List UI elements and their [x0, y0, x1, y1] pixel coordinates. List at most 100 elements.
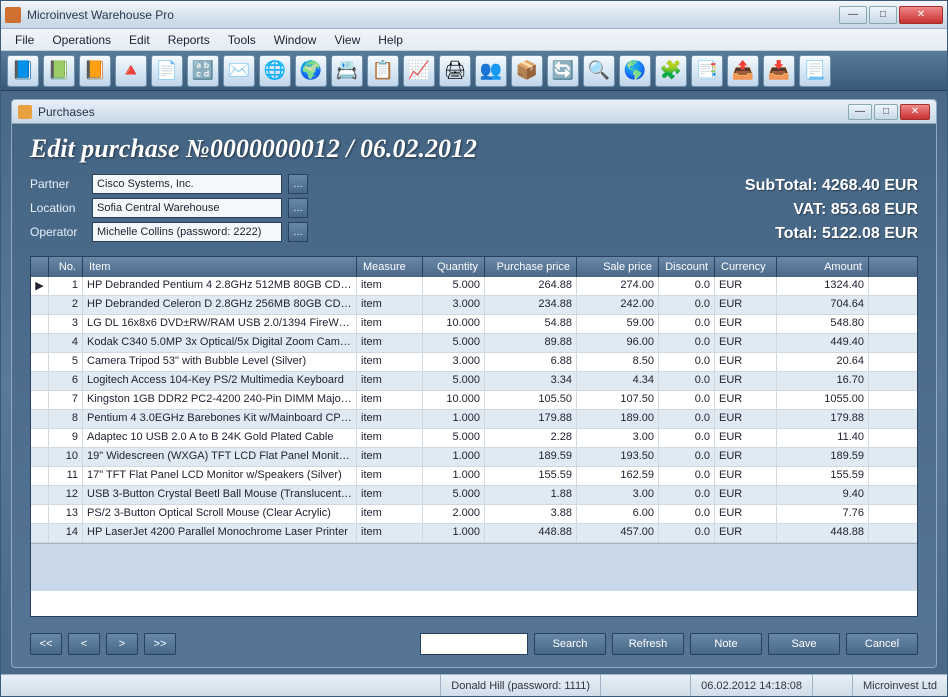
inner-minimize-button[interactable]: — — [848, 104, 872, 120]
table-row[interactable]: 4Kodak C340 5.0MP 3x Optical/5x Digital … — [31, 334, 917, 353]
col-no[interactable]: No. — [49, 257, 83, 277]
toolbar-button-15[interactable]: 🔄 — [547, 55, 579, 87]
toolbar-button-5[interactable]: 🔡 — [187, 55, 219, 87]
maximize-button[interactable]: □ — [869, 6, 897, 24]
cell-no: 1 — [49, 277, 83, 295]
operator-input[interactable] — [92, 222, 282, 242]
cell-measure: item — [357, 391, 423, 409]
cell-no: 6 — [49, 372, 83, 390]
menu-help[interactable]: Help — [370, 31, 411, 49]
note-button[interactable]: Note — [690, 633, 762, 655]
table-row[interactable]: 1117" TFT Flat Panel LCD Monitor w/Speak… — [31, 467, 917, 486]
toolbar-button-12[interactable]: 🖨 — [439, 55, 471, 87]
menu-window[interactable]: Window — [266, 31, 325, 49]
col-purchase-price[interactable]: Purchase price — [485, 257, 577, 277]
cell-qty: 3.000 — [423, 353, 485, 371]
partner-lookup-button[interactable]: … — [288, 174, 308, 194]
table-row[interactable]: 2HP Debranded Celeron D 2.8GHz 256MB 80G… — [31, 296, 917, 315]
table-row[interactable]: 5Camera Tripod 53" with Bubble Level (Si… — [31, 353, 917, 372]
toolbar-button-11[interactable]: 📈 — [403, 55, 435, 87]
titlebar: Microinvest Warehouse Pro — □ ✕ — [1, 1, 947, 29]
menu-view[interactable]: View — [326, 31, 368, 49]
row-selector — [31, 296, 49, 314]
cancel-button[interactable]: Cancel — [846, 633, 918, 655]
partner-input[interactable] — [92, 174, 282, 194]
menu-edit[interactable]: Edit — [121, 31, 158, 49]
col-item[interactable]: Item — [83, 257, 357, 277]
cell-sale-price: 162.59 — [577, 467, 659, 485]
toolbar-button-13[interactable]: 👥 — [475, 55, 507, 87]
table-row[interactable]: ▶1HP Debranded Pentium 4 2.8GHz 512MB 80… — [31, 277, 917, 296]
toolbar-button-16[interactable]: 🔍 — [583, 55, 615, 87]
nav-last-button[interactable]: >> — [144, 633, 176, 655]
location-lookup-button[interactable]: … — [288, 198, 308, 218]
inner-title: Purchases — [38, 105, 848, 119]
location-input[interactable] — [92, 198, 282, 218]
inner-close-button[interactable]: ✕ — [900, 104, 930, 120]
save-button[interactable]: Save — [768, 633, 840, 655]
table-row[interactable]: 12USB 3-Button Crystal Beetl Ball Mouse … — [31, 486, 917, 505]
toolbar-button-20[interactable]: 📤 — [727, 55, 759, 87]
col-currency[interactable]: Currency — [715, 257, 777, 277]
inner-maximize-button[interactable]: □ — [874, 104, 898, 120]
col-quantity[interactable]: Quantity — [423, 257, 485, 277]
toolbar-button-22[interactable]: 📃 — [799, 55, 831, 87]
search-input[interactable] — [420, 633, 528, 655]
app-icon — [5, 7, 21, 23]
operator-lookup-button[interactable]: … — [288, 222, 308, 242]
table-row[interactable]: 14HP LaserJet 4200 Parallel Monochrome L… — [31, 524, 917, 543]
toolbar-button-3[interactable]: 🔺 — [115, 55, 147, 87]
search-button[interactable]: Search — [534, 633, 606, 655]
toolbar-button-1[interactable]: 📗 — [43, 55, 75, 87]
table-row[interactable]: 7Kingston 1GB DDR2 PC2-4200 240-Pin DIMM… — [31, 391, 917, 410]
table-row[interactable]: 8Pentium 4 3.0EGHz Barebones Kit w/Mainb… — [31, 410, 917, 429]
table-row[interactable]: 3LG DL 16x8x6 DVD±RW/RAM USB 2.0/1394 Fi… — [31, 315, 917, 334]
toolbar-button-19[interactable]: 📑 — [691, 55, 723, 87]
table-row[interactable]: 1019" Widescreen (WXGA) TFT LCD Flat Pan… — [31, 448, 917, 467]
menu-operations[interactable]: Operations — [44, 31, 119, 49]
cell-discount: 0.0 — [659, 353, 715, 371]
cell-qty: 5.000 — [423, 334, 485, 352]
toolbar-button-8[interactable]: 🌍 — [295, 55, 327, 87]
toolbar-button-21[interactable]: 📥 — [763, 55, 795, 87]
toolbar-button-0[interactable]: 📘 — [7, 55, 39, 87]
toolbar-button-17[interactable]: 🌎 — [619, 55, 651, 87]
cell-sale-price: 96.00 — [577, 334, 659, 352]
toolbar-button-2[interactable]: 📙 — [79, 55, 111, 87]
cell-measure: item — [357, 277, 423, 295]
toolbar-button-9[interactable]: 📇 — [331, 55, 363, 87]
nav-first-button[interactable]: << — [30, 633, 62, 655]
document-title: Edit purchase №0000000012 / 06.02.2012 — [30, 134, 918, 164]
toolbar-button-10[interactable]: 📋 — [367, 55, 399, 87]
cell-amount: 548.80 — [777, 315, 869, 333]
nav-next-button[interactable]: > — [106, 633, 138, 655]
table-row[interactable]: 6Logitech Access 104-Key PS/2 Multimedia… — [31, 372, 917, 391]
refresh-button[interactable]: Refresh — [612, 633, 684, 655]
menu-tools[interactable]: Tools — [220, 31, 264, 49]
col-selector[interactable] — [31, 257, 49, 277]
col-measure[interactable]: Measure — [357, 257, 423, 277]
toolbar-button-7[interactable]: 🌐 — [259, 55, 291, 87]
toolbar-button-6[interactable]: ✉️ — [223, 55, 255, 87]
minimize-button[interactable]: — — [839, 6, 867, 24]
nav-prev-button[interactable]: < — [68, 633, 100, 655]
cell-currency: EUR — [715, 410, 777, 428]
toolbar-button-14[interactable]: 📦 — [511, 55, 543, 87]
col-sale-price[interactable]: Sale price — [577, 257, 659, 277]
action-bar: << < > >> Search Refresh Note Save Cance… — [12, 625, 936, 667]
toolbar-button-4[interactable]: 📄 — [151, 55, 183, 87]
cell-item: Logitech Access 104-Key PS/2 Multimedia … — [83, 372, 357, 390]
cell-sale-price: 189.00 — [577, 410, 659, 428]
cell-sale-price: 193.50 — [577, 448, 659, 466]
grid-body[interactable]: ▶1HP Debranded Pentium 4 2.8GHz 512MB 80… — [31, 277, 917, 616]
items-grid[interactable]: No. Item Measure Quantity Purchase price… — [30, 256, 918, 617]
toolbar-button-18[interactable]: 🧩 — [655, 55, 687, 87]
menu-reports[interactable]: Reports — [160, 31, 218, 49]
close-button[interactable]: ✕ — [899, 6, 943, 24]
table-row[interactable]: 9Adaptec 10 USB 2.0 A to B 24K Gold Plat… — [31, 429, 917, 448]
menu-file[interactable]: File — [7, 31, 42, 49]
cell-currency: EUR — [715, 372, 777, 390]
col-amount[interactable]: Amount — [777, 257, 869, 277]
col-discount[interactable]: Discount — [659, 257, 715, 277]
table-row[interactable]: 13PS/2 3-Button Optical Scroll Mouse (Cl… — [31, 505, 917, 524]
